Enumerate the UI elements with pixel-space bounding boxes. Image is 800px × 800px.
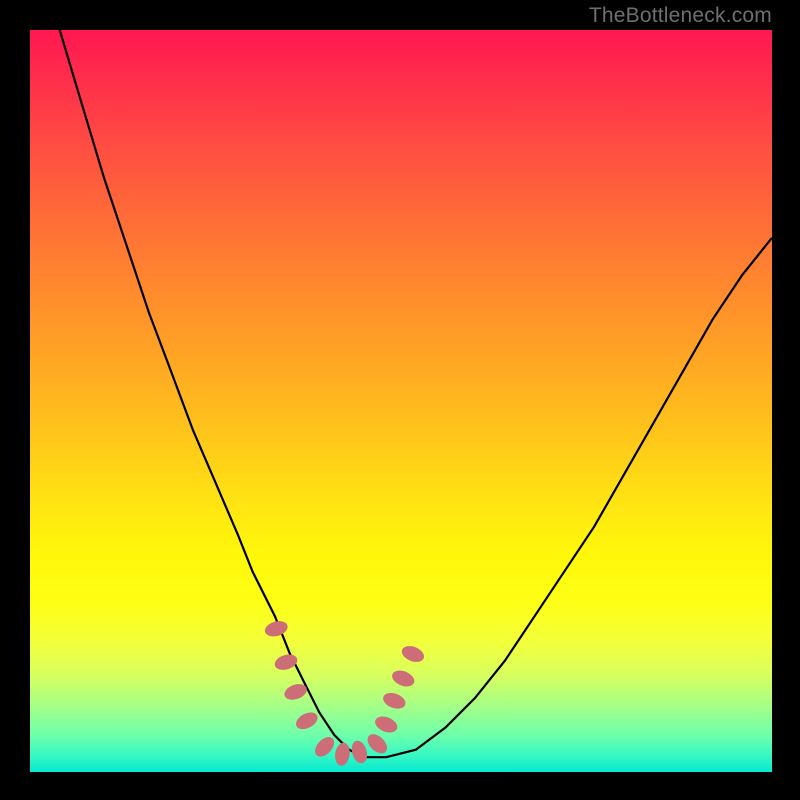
chart-overlay-svg [30,30,772,772]
dotted-marker [399,643,426,665]
watermark: TheBottleneck.com [589,4,772,28]
dotted-marker [273,652,299,673]
dotted-marker [311,733,337,760]
dotted-marker [293,709,320,733]
bottleneck-chart [30,30,772,772]
dotted-marker [390,668,417,690]
dotted-marker [263,619,289,639]
dotted-marker [373,714,400,736]
dotted-marker [349,739,369,765]
dotted-marker [334,742,352,767]
dotted-marker [381,690,408,712]
dotted-marker [364,731,391,757]
dotted-segment [263,619,426,767]
